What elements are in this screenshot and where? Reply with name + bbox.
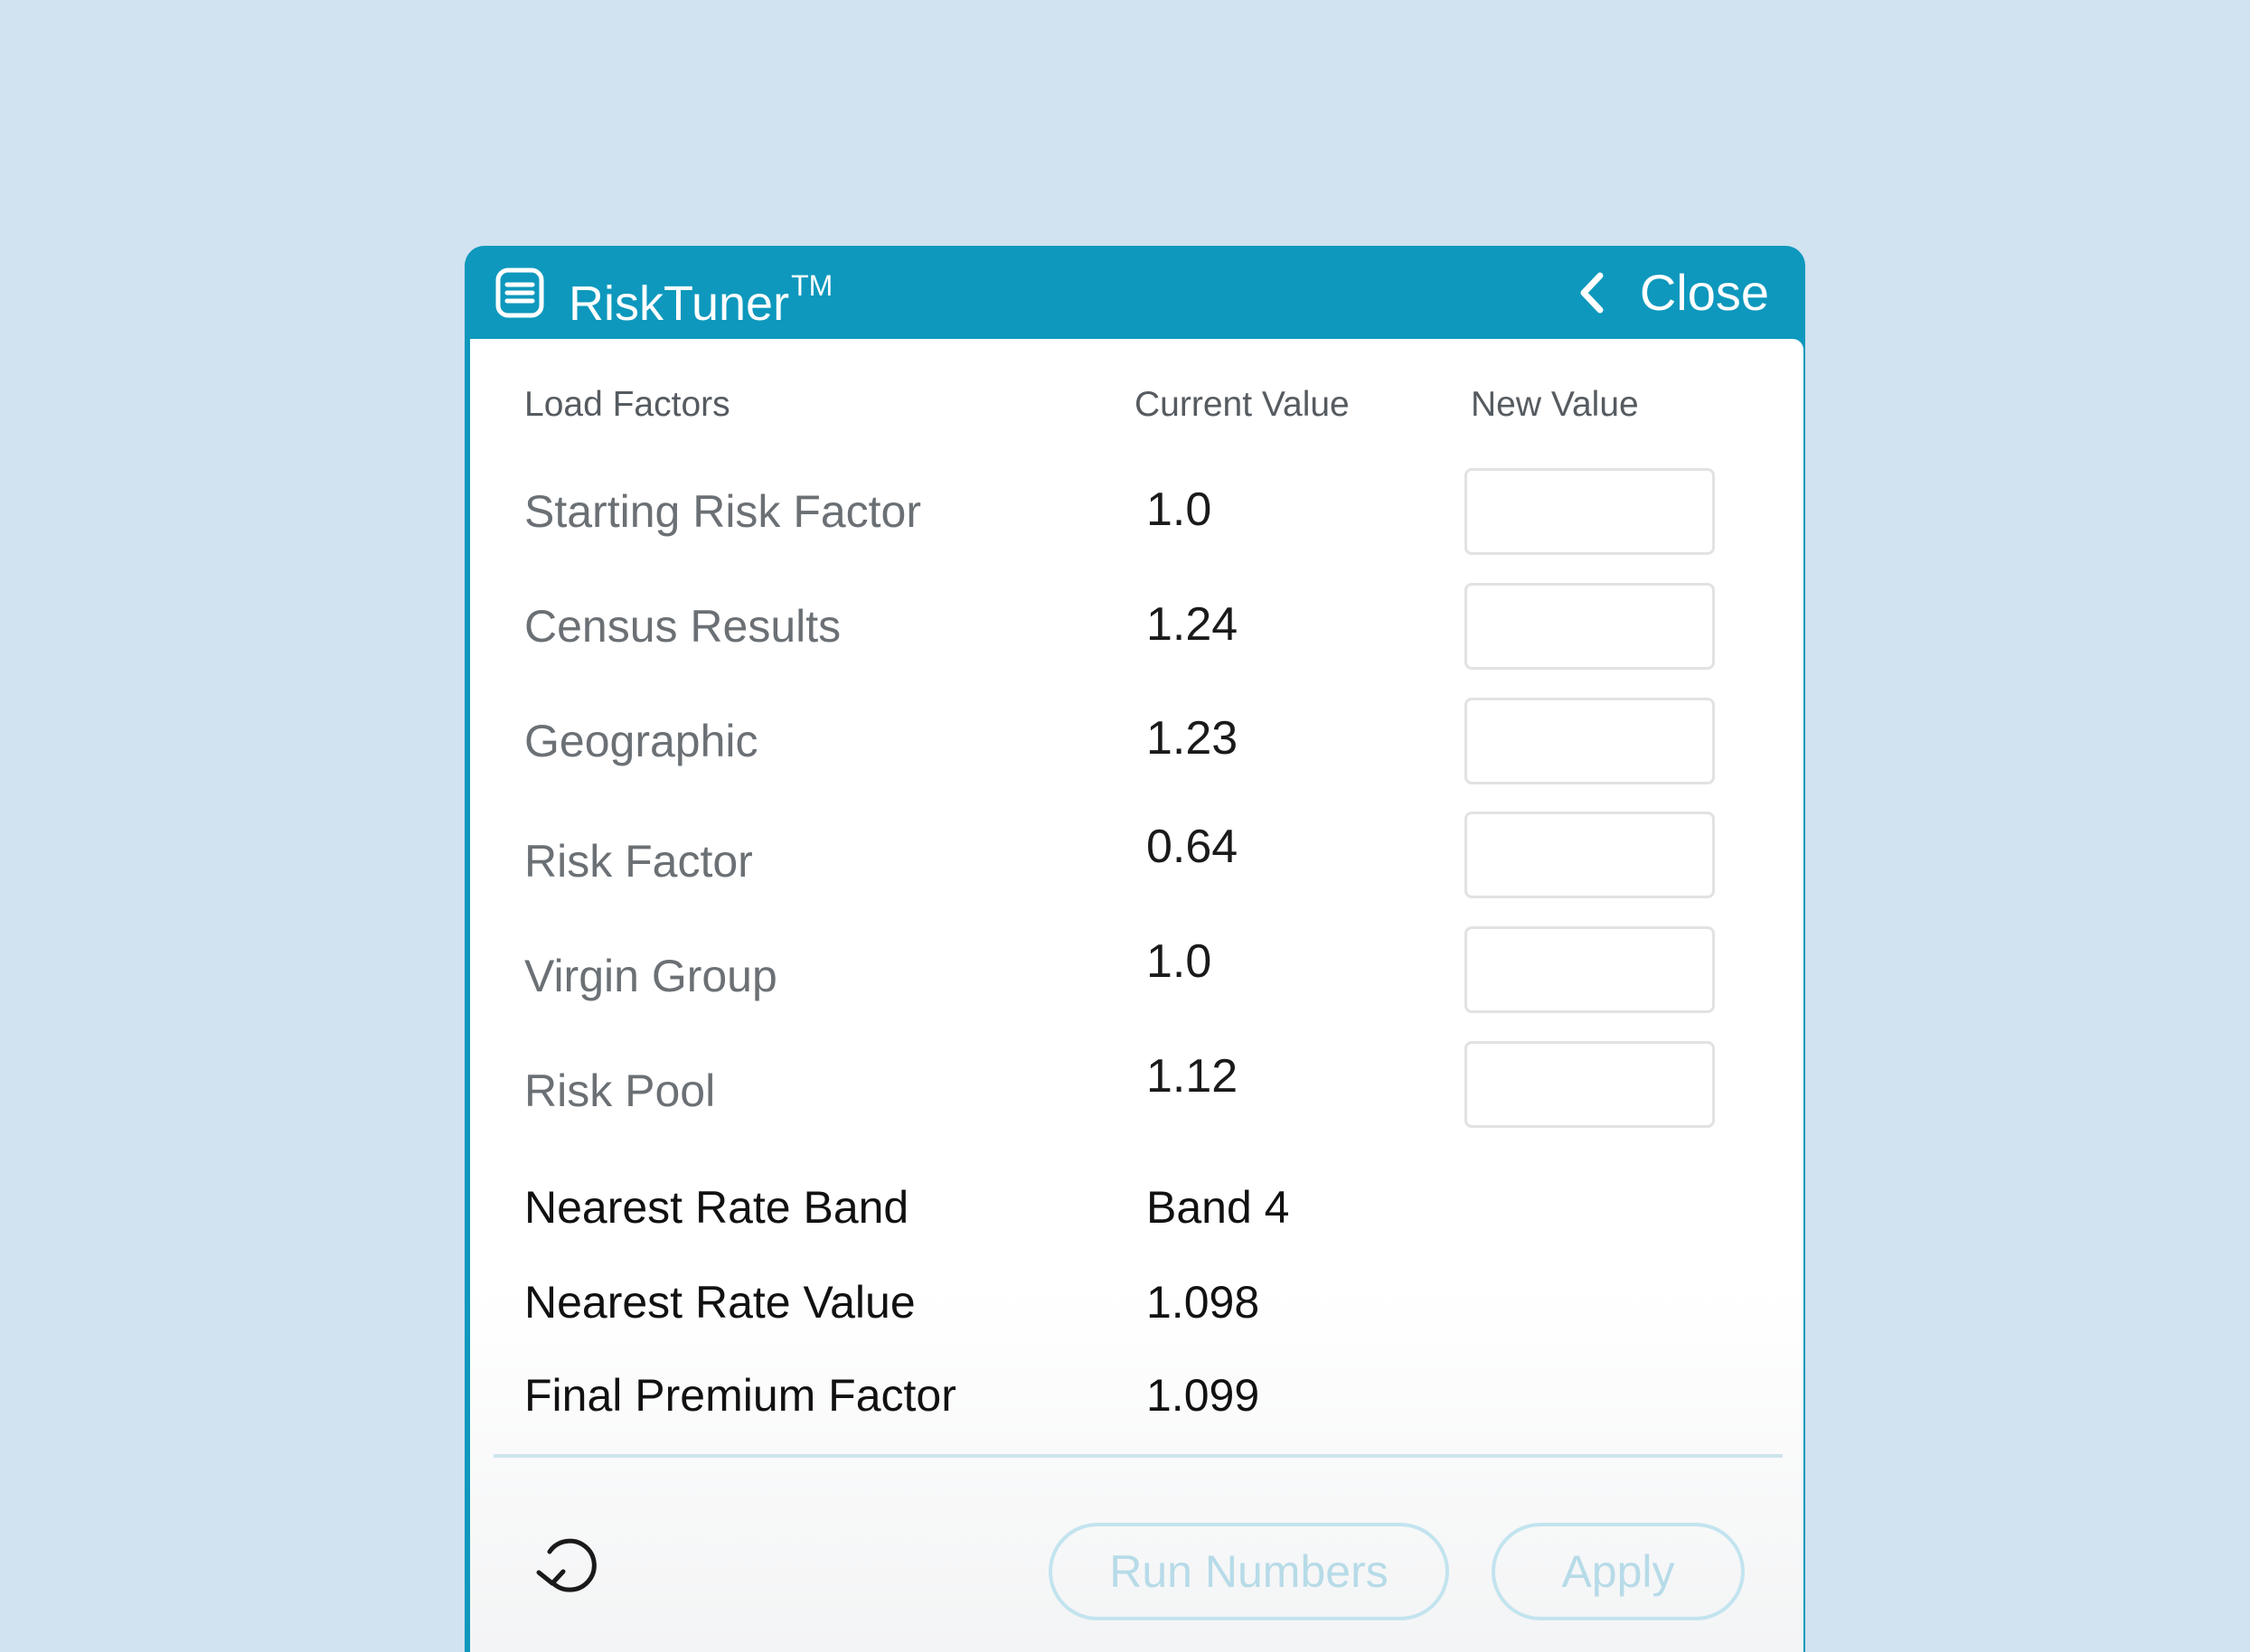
row-value-census-results: 1.24 [1146, 598, 1238, 651]
row-label-risk-factor: Risk Factor [524, 836, 753, 887]
summary-label-nearest-rate-band: Nearest Rate Band [524, 1182, 909, 1233]
summary-label-final-premium-factor: Final Premium Factor [524, 1370, 956, 1421]
panel-header: RiskTunerTM Close [465, 246, 1805, 339]
footer-divider [494, 1454, 1783, 1458]
summary-label-nearest-rate-value: Nearest Rate Value [524, 1277, 916, 1328]
row-label-virgin-group: Virgin Group [524, 951, 777, 1001]
summary-value-nearest-rate-band: Band 4 [1146, 1182, 1290, 1233]
row-value-risk-factor: 0.64 [1146, 821, 1238, 873]
column-header-current-value: Current Value [1134, 385, 1350, 424]
row-label-risk-pool: Risk Pool [524, 1065, 716, 1116]
apply-button[interactable]: Apply [1492, 1523, 1745, 1620]
reset-icon[interactable] [533, 1529, 611, 1600]
app-title-text: RiskTuner [569, 277, 790, 331]
new-value-input-census-results[interactable] [1464, 583, 1715, 670]
run-numbers-button[interactable]: Run Numbers [1049, 1523, 1449, 1620]
app-title: RiskTunerTM [569, 264, 833, 333]
row-label-starting-risk-factor: Starting Risk Factor [524, 486, 922, 537]
new-value-input-virgin-group[interactable] [1464, 926, 1715, 1013]
column-header-new-value: New Value [1471, 385, 1639, 424]
row-value-starting-risk-factor: 1.0 [1146, 483, 1212, 536]
list-icon [495, 268, 544, 318]
row-label-census-results: Census Results [524, 601, 842, 652]
trademark-mark: TM [791, 269, 833, 302]
row-value-geographic: 1.23 [1146, 712, 1238, 765]
chevron-left-icon [1580, 272, 1604, 314]
new-value-input-risk-factor[interactable] [1464, 812, 1715, 898]
row-value-risk-pool: 1.12 [1146, 1050, 1238, 1103]
new-value-input-risk-pool[interactable] [1464, 1041, 1715, 1128]
summary-value-nearest-rate-value: 1.098 [1146, 1277, 1260, 1328]
close-label: Close [1639, 264, 1769, 321]
new-value-input-geographic[interactable] [1464, 698, 1715, 784]
row-label-geographic: Geographic [524, 716, 758, 766]
column-header-load-factors: Load Factors [524, 385, 730, 424]
new-value-input-starting-risk-factor[interactable] [1464, 468, 1715, 555]
close-button[interactable]: Close [1577, 264, 1769, 322]
summary-value-final-premium-factor: 1.099 [1146, 1370, 1260, 1421]
row-value-virgin-group: 1.0 [1146, 935, 1212, 988]
